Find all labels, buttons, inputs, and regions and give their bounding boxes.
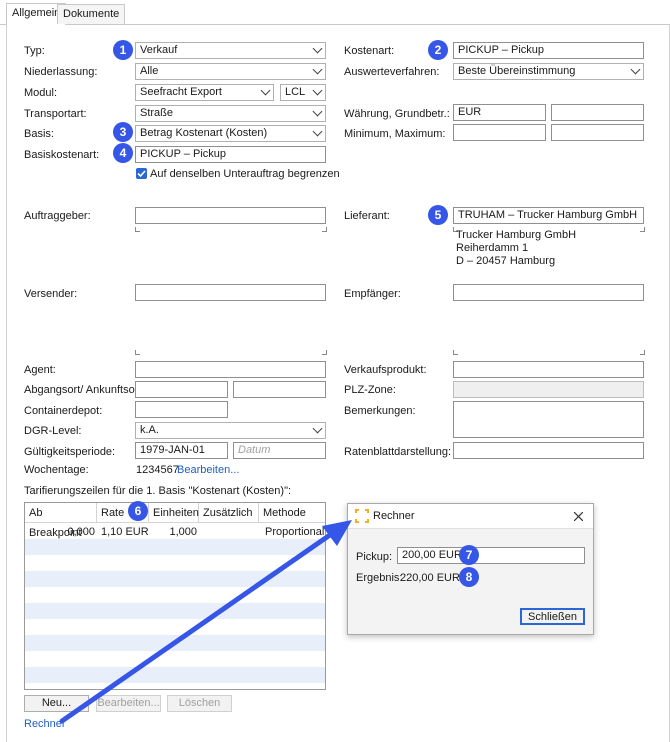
- callout-badge: 8: [459, 567, 479, 587]
- callout-badge: 5: [428, 205, 448, 225]
- callout-badge: 7: [459, 545, 479, 565]
- callout-badge: 4: [113, 143, 133, 163]
- callout-badge: 3: [113, 122, 133, 142]
- callout-badge: 1: [113, 40, 133, 60]
- callout-badge: 2: [428, 40, 448, 60]
- callout-badge: 6: [128, 501, 148, 521]
- annotation-arrow: [59, 520, 352, 724]
